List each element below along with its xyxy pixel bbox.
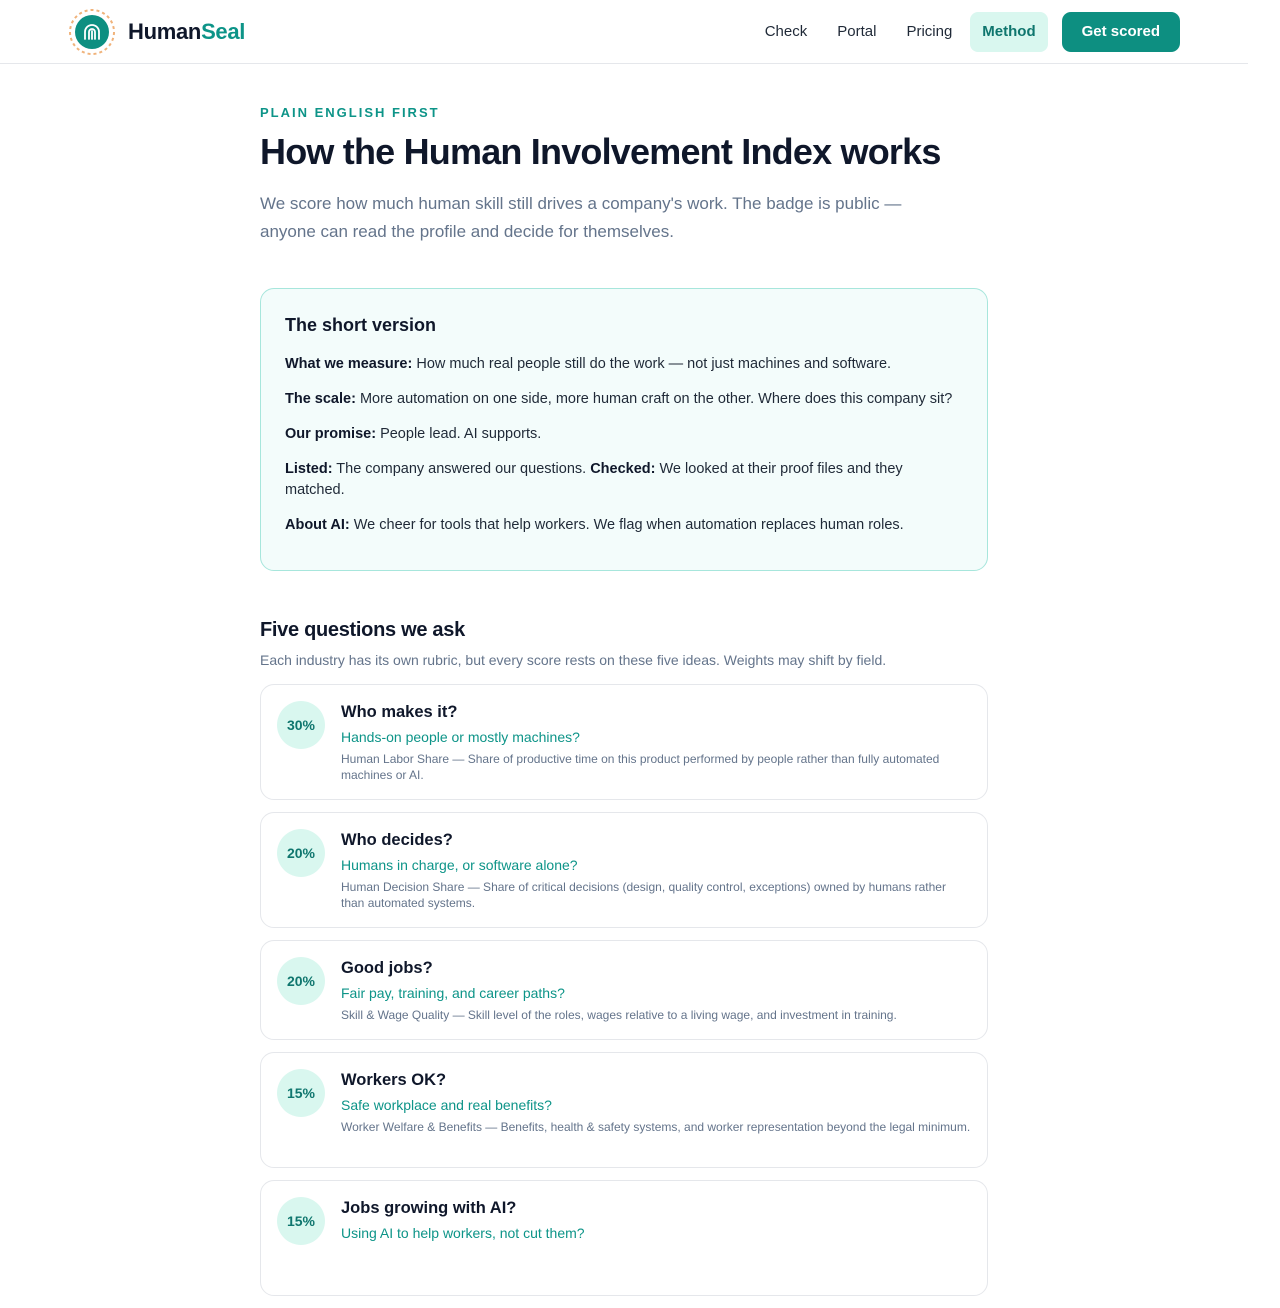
card-body: Who decides? Humans in charge, or softwa…: [341, 829, 971, 911]
brand-name-part1: Human: [128, 19, 202, 44]
question-card: 15% Jobs growing with AI? Using AI to he…: [260, 1180, 988, 1296]
weight-badge: 15%: [277, 1069, 325, 1117]
row-text: The company answered our questions.: [332, 461, 591, 477]
short-version-panel: The short version What we measure: How m…: [260, 288, 988, 571]
card-question: Safe workplace and real benefits?: [341, 1097, 552, 1113]
row-text: More automation on one side, more human …: [355, 391, 953, 407]
brand-name-part2: Seal: [201, 19, 246, 44]
card-title: Workers OK?: [341, 1071, 447, 1089]
card-title: Who makes it?: [341, 703, 458, 721]
question-card: 20% Who decides? Humans in charge, or so…: [260, 812, 988, 928]
row-text: People lead. AI supports.: [376, 426, 542, 442]
get-scored-button[interactable]: Get scored: [1061, 12, 1180, 52]
card-body: Who makes it? Hands-on people or mostly …: [341, 701, 971, 783]
card-question: Using AI to help workers, not cut them?: [341, 1225, 585, 1241]
card-body: Jobs growing with AI? Using AI to help w…: [341, 1197, 971, 1279]
card-title: Good jobs?: [341, 959, 433, 977]
card-description: Skill & Wage Quality — Skill level of th…: [341, 1008, 897, 1022]
questions-subtitle: Each industry has its own rubric, but ev…: [260, 652, 887, 668]
card-question: Hands-on people or mostly machines?: [341, 729, 580, 745]
main-content: PLAIN ENGLISH FIRST How the Human Involv…: [260, 65, 988, 1308]
questions-list: 30% Who makes it? Hands-on people or mos…: [260, 684, 988, 1296]
nav-pricing[interactable]: Pricing: [894, 12, 964, 52]
card-question: Fair pay, training, and career paths?: [341, 985, 565, 1001]
question-card: 20% Good jobs? Fair pay, training, and c…: [260, 940, 988, 1040]
card-description: Human Decision Share — Share of critical…: [341, 880, 946, 910]
weight-badge: 20%: [277, 829, 325, 877]
weight-badge: 15%: [277, 1197, 325, 1245]
card-body: Good jobs? Fair pay, training, and caree…: [341, 957, 971, 1023]
card-description: Human Labor Share — Share of productive …: [341, 752, 940, 782]
nav-portal[interactable]: Portal: [825, 12, 888, 52]
nav-method[interactable]: Method: [970, 12, 1048, 52]
short-row-promise: Our promise: People lead. AI supports.: [285, 424, 963, 445]
row-label: The scale:: [285, 391, 356, 407]
short-row-listed-checked: Listed: The company answered our questio…: [285, 459, 963, 501]
card-title: Who decides?: [341, 831, 453, 849]
row-text: How much real people still do the work —…: [412, 356, 892, 372]
weight-badge: 30%: [277, 701, 325, 749]
card-description: Worker Welfare & Benefits — Benefits, he…: [341, 1120, 971, 1134]
question-card: 15% Workers OK? Safe workplace and real …: [260, 1052, 988, 1168]
card-body: Workers OK? Safe workplace and real bene…: [341, 1069, 971, 1151]
row-label: Listed:: [285, 461, 333, 477]
row-text: We cheer for tools that help workers. We…: [349, 517, 904, 533]
seal-logo-icon: [68, 8, 116, 56]
questions-heading: Five questions we ask: [260, 619, 465, 641]
main-nav: Check Portal Pricing Method Get scored: [747, 12, 1180, 52]
row-label: What we measure:: [285, 356, 413, 372]
short-row-scale: The scale: More automation on one side, …: [285, 389, 963, 410]
question-card: 30% Who makes it? Hands-on people or mos…: [260, 684, 988, 800]
row-label: About AI:: [285, 517, 350, 533]
top-navigation-bar: HumanSeal Check Portal Pricing Method Ge…: [0, 0, 1248, 64]
row-label-2: Checked:: [590, 461, 656, 477]
page-title: How the Human Involvement Index works: [260, 131, 941, 172]
weight-badge: 20%: [277, 957, 325, 1005]
card-title: Jobs growing with AI?: [341, 1199, 517, 1217]
intro-paragraph: We score how much human skill still driv…: [260, 194, 902, 241]
eyebrow-label: PLAIN ENGLISH FIRST: [260, 105, 440, 120]
short-row-measure: What we measure: How much real people st…: [285, 354, 963, 375]
short-row-ai: About AI: We cheer for tools that help w…: [285, 515, 963, 536]
brand-logo-link[interactable]: HumanSeal: [68, 8, 245, 56]
short-version-title: The short version: [285, 315, 437, 335]
brand-name: HumanSeal: [128, 19, 245, 45]
row-label: Our promise:: [285, 426, 377, 442]
nav-check[interactable]: Check: [753, 12, 820, 52]
card-question: Humans in charge, or software alone?: [341, 857, 578, 873]
